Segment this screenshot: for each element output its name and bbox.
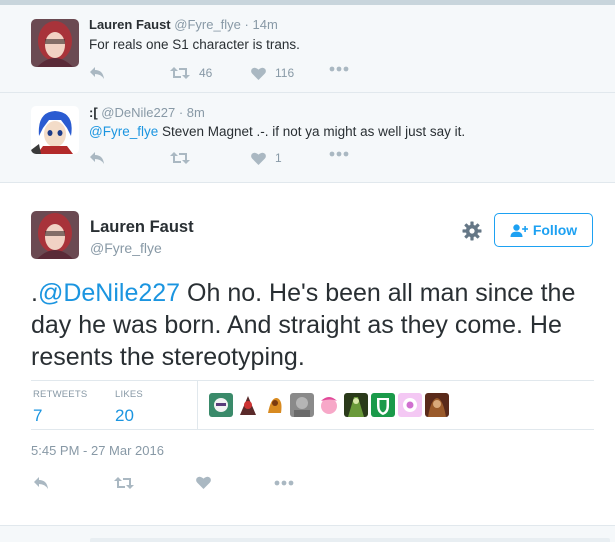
reply-icon xyxy=(34,477,48,489)
timestamp[interactable]: 14m xyxy=(253,17,278,32)
follow-label: Follow xyxy=(532,222,578,238)
retweets-stat[interactable]: RETWEETS 7 xyxy=(33,389,87,426)
tweet-text-prefix: . xyxy=(31,279,38,307)
tweet-stats: RETWEETS 7 LIKES 20 xyxy=(31,380,594,430)
author-name[interactable]: Lauren Faust xyxy=(90,218,194,237)
liker-avatar[interactable] xyxy=(398,393,422,417)
reply-header: :[ @DeNile227 · 8m xyxy=(89,105,205,120)
liker-avatars xyxy=(209,393,449,417)
likes-stat[interactable]: LIKES 20 xyxy=(115,389,143,426)
avatar[interactable] xyxy=(31,19,79,67)
mention-link[interactable]: @Fyre_flye xyxy=(89,124,158,139)
author-name[interactable]: :[ xyxy=(89,105,98,120)
reply-button[interactable] xyxy=(89,66,105,80)
author-handle[interactable]: @DeNile227 xyxy=(101,105,175,120)
tweet-timestamp[interactable]: 5:45 PM - 27 Mar 2016 xyxy=(31,443,164,458)
liker-avatar[interactable] xyxy=(317,393,341,417)
like-button[interactable] xyxy=(196,476,211,489)
retweet-count: 46 xyxy=(199,66,213,80)
more-button[interactable] xyxy=(329,151,349,157)
reply-button[interactable] xyxy=(33,476,49,490)
retweet-button[interactable] xyxy=(170,151,199,165)
author-handle[interactable]: @Fyre_flye xyxy=(90,240,162,256)
liker-avatar[interactable] xyxy=(425,393,449,417)
mention-link[interactable]: @DeNile227 xyxy=(38,279,180,307)
more-icon xyxy=(274,480,294,486)
reply-tweet[interactable]: Lauren Faust @Fyre_flye · 14m For reals … xyxy=(0,5,615,93)
reply-box-edge[interactable] xyxy=(90,538,610,542)
stats-divider xyxy=(197,381,198,430)
reply-icon xyxy=(90,152,104,164)
more-icon xyxy=(329,151,349,157)
like-count: 116 xyxy=(275,66,295,80)
reply-icon xyxy=(90,67,104,79)
author-name[interactable]: Lauren Faust xyxy=(89,17,171,32)
retweets-label: RETWEETS xyxy=(33,389,88,400)
reply-header: Lauren Faust @Fyre_flye · 14m xyxy=(89,17,278,32)
retweet-button[interactable] xyxy=(114,476,134,490)
settings-button[interactable] xyxy=(461,220,483,242)
retweet-icon xyxy=(170,67,190,79)
liker-avatar[interactable] xyxy=(290,393,314,417)
retweet-icon xyxy=(170,152,190,164)
tweet-text: For reals one S1 character is trans. xyxy=(89,37,300,52)
timestamp[interactable]: 8m xyxy=(187,105,205,120)
like-count: 1 xyxy=(275,151,282,165)
author-handle[interactable]: @Fyre_flye xyxy=(174,17,241,32)
retweet-icon xyxy=(114,477,134,489)
liker-avatar[interactable] xyxy=(236,393,260,417)
follow-person-icon xyxy=(510,223,528,237)
retweet-button[interactable]: 46 xyxy=(170,66,212,80)
like-button[interactable]: 1 xyxy=(251,151,282,165)
more-button[interactable] xyxy=(274,480,294,486)
tweet-actions: 46 116 xyxy=(0,66,615,82)
likes-label: LIKES xyxy=(115,389,143,400)
reply-button[interactable] xyxy=(89,151,105,165)
separator: · xyxy=(244,17,249,32)
tweet-actions xyxy=(0,473,615,493)
follow-button[interactable]: Follow xyxy=(494,213,593,247)
avatar[interactable] xyxy=(31,211,79,259)
retweets-count: 7 xyxy=(33,406,43,425)
reply-tweet[interactable]: :[ @DeNile227 · 8m @Fyre_flye Steven Mag… xyxy=(0,93,615,183)
liker-avatar[interactable] xyxy=(371,393,395,417)
like-icon xyxy=(251,152,266,165)
tweet-text: .@DeNile227 Oh no. He's been all man sin… xyxy=(31,277,591,373)
like-button[interactable]: 116 xyxy=(251,66,294,80)
more-button[interactable] xyxy=(329,66,349,72)
more-icon xyxy=(329,66,349,72)
avatar[interactable] xyxy=(31,106,79,154)
liker-avatar[interactable] xyxy=(263,393,287,417)
likes-count: 20 xyxy=(115,406,134,425)
liker-avatar[interactable] xyxy=(344,393,368,417)
tweet-text-body: Steven Magnet .-. if not ya might as wel… xyxy=(158,124,466,139)
main-tweet: Lauren Faust @Fyre_flye Follow .@DeNile2… xyxy=(0,183,615,526)
liker-avatar[interactable] xyxy=(209,393,233,417)
gear-icon xyxy=(462,221,482,241)
like-icon xyxy=(196,476,211,489)
tweet-actions: 1 xyxy=(0,151,615,167)
separator: · xyxy=(178,105,184,120)
tweet-text: @Fyre_flye Steven Magnet .-. if not ya m… xyxy=(89,124,465,139)
like-icon xyxy=(251,67,266,80)
